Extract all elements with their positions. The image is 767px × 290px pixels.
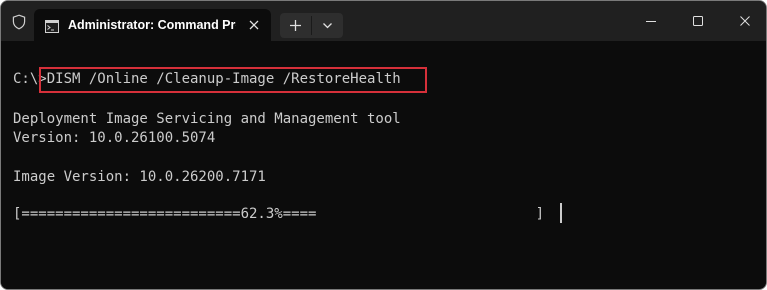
output-line: Deployment Image Servicing and Managemen… bbox=[13, 111, 401, 127]
minimize-button[interactable] bbox=[628, 1, 674, 41]
shield-icon bbox=[11, 14, 27, 30]
progress-bar-text: [==========================62.3%==== ] bbox=[13, 206, 545, 222]
output-line: Version: 10.0.26100.5074 bbox=[13, 130, 216, 146]
command-prompt-icon bbox=[45, 18, 59, 33]
maximize-icon bbox=[693, 16, 703, 26]
terminal-output[interactable]: C:\>DISM /Online /Cleanup-Image /Restore… bbox=[1, 41, 766, 289]
tab-close-icon[interactable] bbox=[246, 17, 262, 33]
new-tab-group bbox=[280, 13, 343, 38]
minimize-icon bbox=[646, 21, 656, 22]
tab-dropdown-button[interactable] bbox=[312, 13, 343, 38]
command-highlight-box bbox=[39, 67, 427, 93]
chevron-down-icon bbox=[323, 23, 332, 29]
tab-title: Administrator: Command Pro bbox=[68, 18, 236, 32]
title-bar[interactable]: Administrator: Command Pro bbox=[1, 1, 766, 41]
tab-command-prompt[interactable]: Administrator: Command Pro bbox=[34, 9, 271, 41]
close-icon bbox=[740, 16, 750, 26]
output-line: Image Version: 10.0.26200.7171 bbox=[13, 169, 266, 185]
maximize-button[interactable] bbox=[675, 1, 721, 41]
new-tab-button[interactable] bbox=[280, 13, 311, 38]
text-cursor bbox=[560, 203, 562, 223]
terminal-window: Administrator: Command Pro C:\>DISM /Onl… bbox=[0, 0, 767, 290]
close-window-button[interactable] bbox=[722, 1, 766, 41]
plus-icon bbox=[290, 20, 301, 31]
